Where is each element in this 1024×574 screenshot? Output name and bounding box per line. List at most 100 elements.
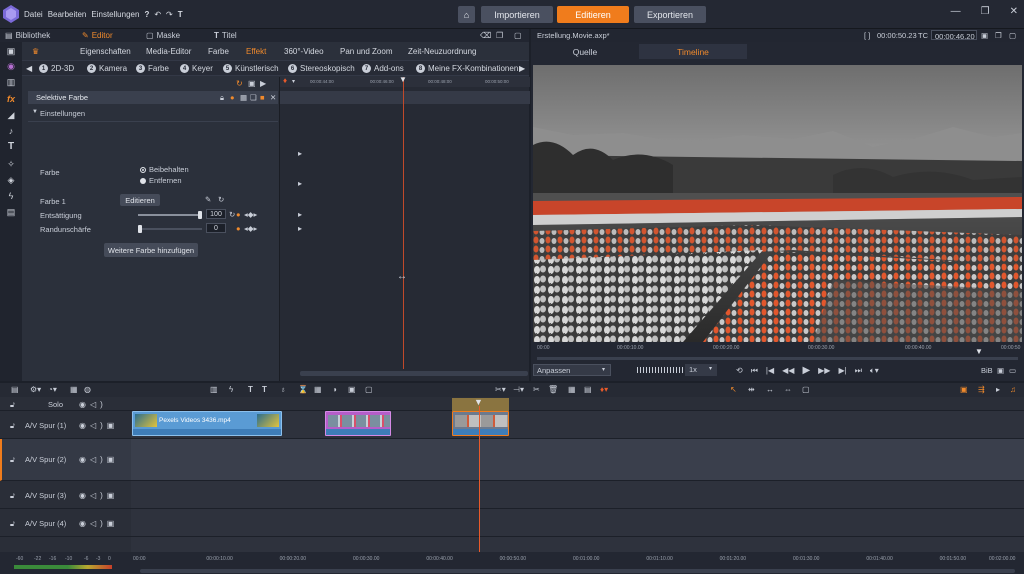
track-settings-icon[interactable]: ⚙▾ — [30, 385, 41, 394]
preview-ruler[interactable]: 00:00 00:00:10.00 00:00:20.00 00:00:30.0… — [533, 345, 1022, 357]
playhead-handle-icon[interactable]: ▼ — [399, 75, 407, 84]
tab-editor[interactable]: ✎ Editor — [82, 29, 113, 42]
effect-header[interactable]: Selektive Farbe 🔒︎ ● ▦ ❏ ■ ✕ — [28, 91, 278, 104]
lock-icon[interactable]: 🔓︎ — [10, 421, 15, 431]
preview-scrollbar[interactable] — [537, 357, 1018, 360]
lock-icon[interactable]: 🔓︎ — [10, 491, 15, 501]
title-track-icon[interactable]: T — [262, 385, 267, 394]
track-controls[interactable]: ◉◁)▣ — [79, 519, 118, 528]
sub-kamera[interactable]: 2 Kamera — [87, 64, 127, 73]
help-icon[interactable]: ? — [144, 10, 149, 19]
maximize-panel-icon[interactable]: ▢ — [514, 31, 522, 40]
keyframe-dot-icon[interactable]: ● — [236, 224, 241, 233]
randunschaerfe-slider[interactable] — [138, 225, 202, 233]
bib-toggle[interactable]: BiB — [981, 366, 993, 375]
close-icon[interactable]: ✕ — [1010, 6, 1018, 17]
subtitle-icon[interactable]: ▤ — [6, 207, 16, 217]
keyframe-playhead[interactable] — [403, 77, 404, 369]
sub-keyer[interactable]: 4 Keyer — [180, 64, 213, 73]
randunschaerfe-value[interactable]: 0 — [206, 223, 226, 233]
scissors-icon[interactable]: ✂ — [533, 385, 540, 394]
collapse-icon[interactable]: ▼ — [32, 109, 38, 115]
next-frame-icon[interactable]: ▶| — [838, 366, 846, 375]
cat-360-video[interactable]: 360°-Video — [284, 47, 324, 56]
color-wheel-icon[interactable]: ◉ — [6, 61, 16, 71]
cat-pan-zoom[interactable]: Pan und Zoom — [340, 47, 392, 56]
track-row-1[interactable]: 🔓︎ A/V Spur (1) ◉◁)▣ — [0, 411, 131, 439]
color-icon[interactable]: ◑ — [332, 385, 337, 394]
keyframe-scrollbar[interactable] — [300, 371, 528, 376]
marker-add-icon[interactable]: ♦▾ — [600, 385, 608, 394]
media-icon[interactable]: ▣ — [6, 46, 16, 56]
play-icon[interactable]: ▶ — [802, 365, 810, 376]
import-button[interactable]: Importieren — [481, 6, 553, 23]
keyframe-nav-icon[interactable]: ◂◆▸ — [244, 210, 257, 219]
row-expand-icon[interactable]: ▸ — [298, 149, 302, 158]
favorite-icon[interactable]: ♛ — [32, 47, 39, 56]
lock-icon[interactable]: 🔓︎ — [10, 455, 15, 465]
title-icon[interactable]: T — [178, 10, 183, 19]
grid-icon[interactable]: ▦ — [314, 385, 322, 394]
maximize-preview-icon[interactable]: ▢ — [1009, 31, 1016, 40]
play-effect-icon[interactable]: ▶ — [260, 79, 266, 88]
video-clip-1[interactable]: Pexels Videos 3436.mp4 — [132, 411, 282, 436]
magnet-snap-icon[interactable]: ⇶ — [978, 385, 985, 394]
lane-3[interactable] — [131, 481, 1024, 509]
save-icon[interactable]: ▣ — [248, 79, 256, 88]
stop-icon[interactable]: ■ — [260, 93, 265, 102]
tab-quelle[interactable]: Quelle — [531, 44, 639, 59]
3d-icon[interactable]: ◈ — [6, 175, 16, 185]
sticker-icon[interactable]: ✧ — [6, 159, 16, 169]
radio-entfernen[interactable]: Entfernen — [140, 176, 182, 185]
copy-icon[interactable]: ❏ — [250, 93, 257, 102]
select-cursor-icon[interactable]: ↖ — [730, 385, 737, 394]
float-icon[interactable]: ❐ — [496, 31, 503, 40]
eraser-icon[interactable]: ⌫ — [480, 31, 491, 40]
home-button[interactable]: ⌂ — [458, 6, 475, 23]
sub-kuenstlerisch[interactable]: 5 Künstlerisch — [223, 64, 279, 73]
scroll-right-icon[interactable]: ▶ — [519, 64, 525, 73]
video-preview[interactable] — [533, 65, 1022, 342]
add-color-button[interactable]: Weitere Farbe hinzufügen — [104, 243, 198, 257]
video-clip-3-selected[interactable] — [452, 411, 509, 436]
trim-icon[interactable]: ⊣▾ — [513, 385, 524, 394]
stretch-icon[interactable]: ↔ — [766, 385, 774, 394]
transition-icon[interactable]: ◢ — [6, 110, 16, 120]
voiceover-icon[interactable]: ♁ — [280, 385, 286, 394]
fx-icon[interactable]: fx — [6, 94, 16, 104]
speed-icon[interactable]: ⌛ — [298, 385, 308, 394]
cat-farbe[interactable]: Farbe — [208, 47, 229, 56]
calendar-icon[interactable]: ▦ — [568, 385, 576, 394]
image-icon[interactable]: ▦ — [240, 93, 247, 102]
marker-icon[interactable]: ♦ — [283, 76, 287, 85]
split-icon[interactable]: ✂▾ — [495, 385, 506, 394]
external-monitor-icon[interactable]: ▭ — [1009, 366, 1016, 375]
tab-bibliothek[interactable]: ▤ Bibliothek — [5, 29, 50, 42]
keyframe-dot-icon[interactable]: ● — [236, 210, 241, 219]
track-controls[interactable]: ◉◁)▣ — [79, 491, 118, 500]
entsaettigung-slider-knob[interactable] — [198, 211, 202, 219]
prev-frame-icon[interactable]: |◀ — [766, 366, 774, 375]
tab-maske[interactable]: ▢ Maske — [146, 29, 180, 42]
radio-beibehalten[interactable]: Beibehalten — [140, 165, 189, 174]
randunschaerfe-slider-knob[interactable] — [138, 225, 142, 233]
editieren-button[interactable]: Editieren — [120, 194, 160, 206]
sub-farbe[interactable]: 3 Farbe — [136, 64, 169, 73]
audio-wave-icon[interactable]: ▥ — [210, 385, 218, 394]
menu-bearbeiten[interactable]: Bearbeiten — [48, 10, 87, 19]
sub-stereoskopisch[interactable]: 6 Stereoskopisch — [288, 64, 355, 73]
dropdown-icon[interactable]: ▾ — [292, 78, 295, 85]
keyframe-nav-icon[interactable]: ◂◆▸ — [244, 224, 257, 233]
lock-all-icon[interactable]: 🔓︎ — [10, 400, 15, 410]
keyframe-timeline[interactable]: ♦ ▾ 00:00:44:00 00:00:46:00 00:00:48:00 … — [279, 75, 530, 381]
loop-icon[interactable]: ⟲ — [736, 366, 743, 375]
track-row-2[interactable]: 🔓︎ A/V Spur (2) ◉◁)▣ — [0, 439, 131, 481]
menu-datei[interactable]: Datei — [24, 10, 43, 19]
layers-icon[interactable]: ▥ — [6, 77, 16, 87]
fit-dropdown[interactable]: Anpassen ▾ — [533, 364, 611, 376]
track-controls[interactable]: ◉◁)▣ — [79, 455, 118, 464]
maximize-icon[interactable]: ❐ — [981, 6, 990, 17]
text-track-icon[interactable]: T — [248, 385, 253, 394]
music-icon[interactable]: ♪ — [6, 126, 16, 136]
scroll-left-icon[interactable]: ◀ — [26, 64, 32, 73]
